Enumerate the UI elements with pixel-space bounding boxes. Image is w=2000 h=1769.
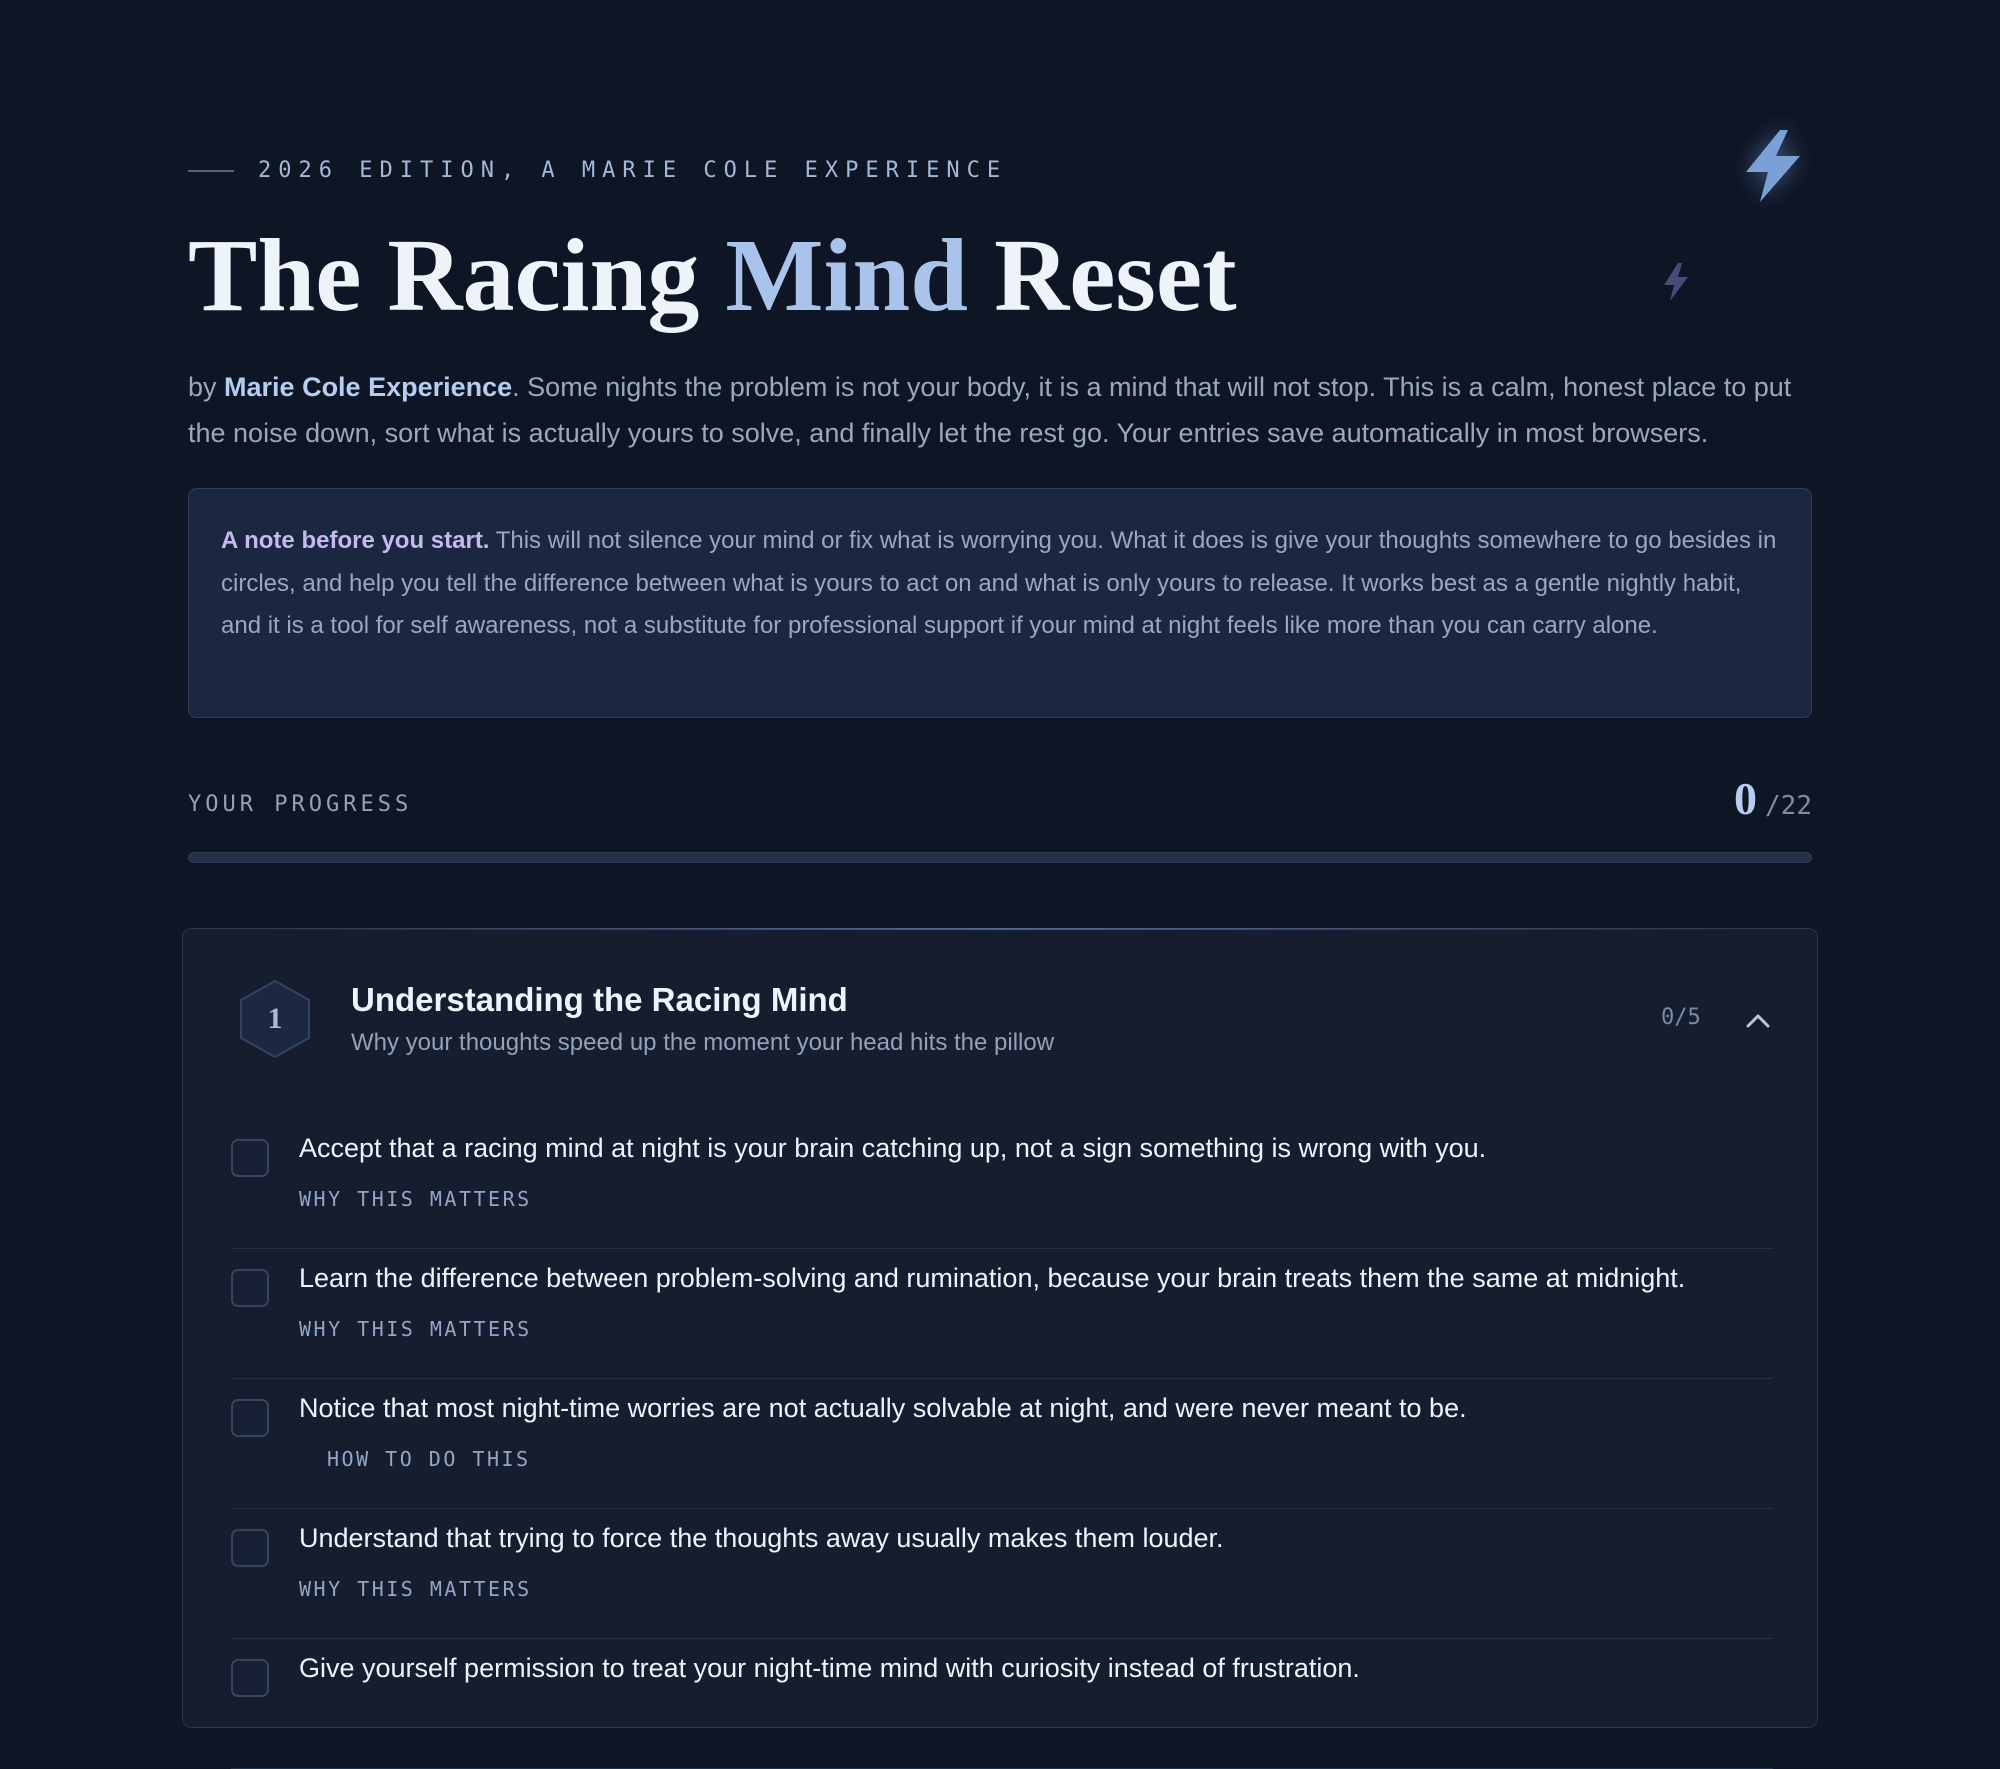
title-accent: Mind <box>725 218 969 333</box>
item-text: Learn the difference between problem-sol… <box>299 1263 1686 1293</box>
section-count: 0/5 <box>1661 1005 1701 1030</box>
author-name: Marie Cole Experience <box>224 372 513 402</box>
checkbox[interactable] <box>231 1659 269 1697</box>
lightning-bolt-icon <box>1746 130 1800 202</box>
why-this-matters-toggle[interactable]: WHY THIS MATTERS <box>299 1187 532 1211</box>
section-number: 1 <box>267 1002 283 1035</box>
checklist-item: Notice that most night-time worries are … <box>231 1379 1773 1509</box>
page-title: The Racing Mind Reset <box>188 218 1237 333</box>
checklist-item: Accept that a racing mind at night is yo… <box>231 1119 1773 1249</box>
progress-count: 0 /22 <box>1734 772 1812 825</box>
checkbox[interactable] <box>231 1269 269 1307</box>
checklist-item: Understand that trying to force the thou… <box>231 1509 1773 1639</box>
edition-eyebrow: 2026 EDITION, A MARIE COLE EXPERIENCE <box>188 158 1007 183</box>
progress-label: YOUR PROGRESS <box>188 792 413 817</box>
note-box: A note before you start. This will not s… <box>188 488 1812 718</box>
why-this-matters-toggle[interactable]: WHY THIS MATTERS <box>299 1317 532 1341</box>
eyebrow-text: 2026 EDITION, A MARIE COLE EXPERIENCE <box>258 158 1008 183</box>
section-card: 1 Understanding the Racing Mind Why your… <box>182 928 1818 1769</box>
checklist: Accept that a racing mind at night is yo… <box>231 1119 1773 1769</box>
checklist-item: Learn the difference between problem-sol… <box>231 1249 1773 1379</box>
checklist-item: Give yourself permission to treat your n… <box>231 1639 1773 1769</box>
checkbox[interactable] <box>231 1529 269 1567</box>
progress-total: /22 <box>1765 791 1812 821</box>
note-lead: A note before you start. <box>221 527 490 554</box>
item-text: Accept that a racing mind at night is yo… <box>299 1133 1487 1163</box>
item-text: Notice that most night-time worries are … <box>299 1393 1467 1423</box>
item-text: Give yourself permission to treat your n… <box>299 1653 1360 1683</box>
progress-done: 0 <box>1734 773 1758 824</box>
intro-text: by Marie Cole Experience. Some nights th… <box>188 372 1792 448</box>
why-this-matters-toggle[interactable]: WHY THIS MATTERS <box>299 1577 532 1601</box>
checkbox[interactable] <box>231 1139 269 1177</box>
lightning-bolt-small-icon <box>1664 263 1688 301</box>
how-to-do-this-toggle[interactable]: HOW TO DO THIS <box>327 1447 531 1471</box>
section-title[interactable]: Understanding the Racing Mind <box>351 981 848 1019</box>
progress-bar <box>188 852 1812 863</box>
item-text: Understand that trying to force the thou… <box>299 1523 1224 1553</box>
chevron-up-icon[interactable] <box>1745 1011 1771 1029</box>
checkbox[interactable] <box>231 1399 269 1437</box>
section-subtitle: Why your thoughts speed up the moment yo… <box>351 1029 1055 1056</box>
eyebrow-rule <box>188 169 234 172</box>
